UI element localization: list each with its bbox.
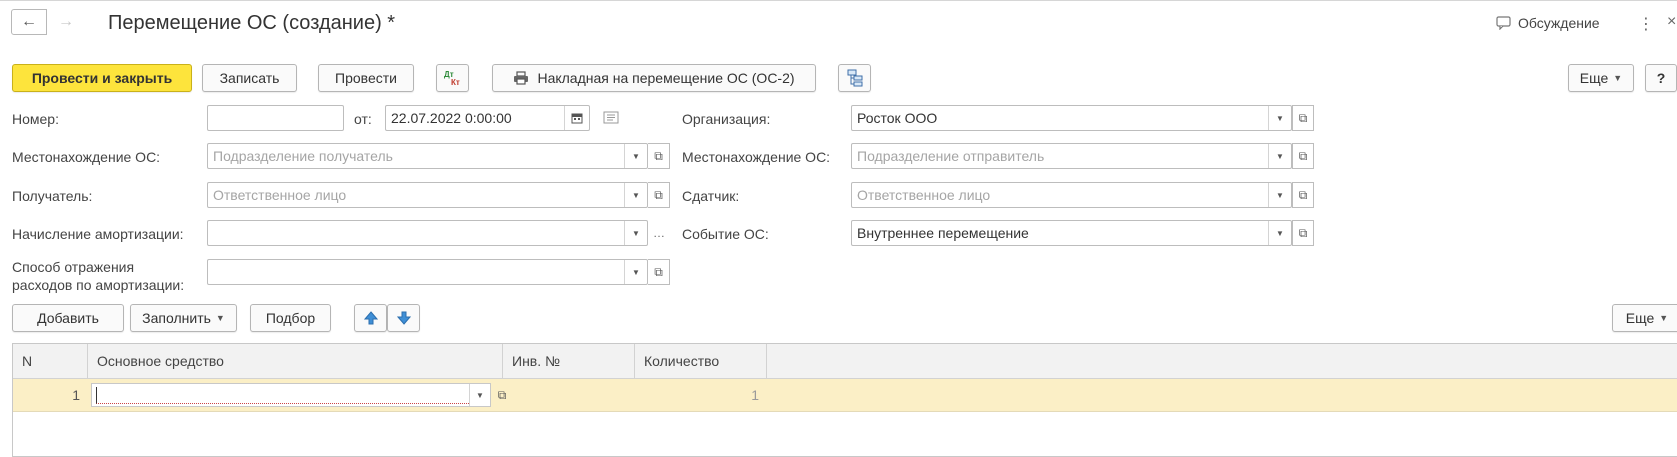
printer-icon <box>514 71 529 85</box>
event-field[interactable]: Внутреннее перемещение ▼ <box>851 220 1292 246</box>
recipient-field[interactable]: Ответственное лицо ▼ <box>207 182 648 208</box>
location-sender-field[interactable]: Подразделение отправитель ▼ <box>851 143 1292 169</box>
expense-method-label-line2: расходов по амортизации: <box>12 277 185 293</box>
move-up-button[interactable] <box>354 304 387 332</box>
more-label: Еще <box>1579 70 1609 86</box>
dropdown-icon[interactable]: ▼ <box>469 384 490 406</box>
post-button[interactable]: Провести <box>318 64 414 92</box>
recipient-label: Получатель: <box>12 188 93 204</box>
arrow-down-icon <box>396 311 411 325</box>
more-button[interactable]: Еще ▼ <box>1568 64 1634 92</box>
fill-button[interactable]: Заполнить ▼ <box>130 304 237 332</box>
open-icon[interactable]: ⧉ <box>1292 105 1314 131</box>
arrow-right-icon: → <box>58 13 74 30</box>
fill-label: Заполнить <box>142 310 211 326</box>
column-header-asset[interactable]: Основное средство <box>88 344 503 378</box>
depreciation-field[interactable]: ▼ <box>207 220 648 246</box>
table-row[interactable]: 1 ▼ ⧉ 1 <box>13 379 1677 412</box>
caret-down-icon: ▼ <box>1613 73 1623 83</box>
svg-text:Кт: Кт <box>451 78 460 87</box>
dropdown-icon[interactable]: ▼ <box>1268 183 1291 207</box>
location-sender-label: Местонахождение ОС: <box>682 149 831 165</box>
open-icon[interactable]: ⧉ <box>648 143 670 169</box>
date-from-label: от: <box>354 111 372 127</box>
close-icon[interactable]: × <box>1667 13 1676 31</box>
expense-method-label-line1: Способ отражения <box>12 259 135 275</box>
expense-method-field[interactable]: ▼ <box>207 259 648 285</box>
vertical-dots-icon[interactable]: ⋮ <box>1638 14 1654 34</box>
dropdown-icon[interactable]: ▼ <box>624 221 647 245</box>
hierarchy-icon <box>847 69 862 87</box>
quantity-cell[interactable]: 1 <box>635 379 767 411</box>
chat-bubble-icon <box>1496 16 1511 30</box>
forward-button[interactable]: → <box>48 9 84 35</box>
discussion-button[interactable]: Обсуждение <box>1496 15 1600 31</box>
column-header-qty[interactable]: Количество <box>635 344 767 378</box>
organization-label: Организация: <box>682 111 771 127</box>
open-icon[interactable]: ⧉ <box>1292 143 1314 169</box>
asset-cell-input[interactable]: ▼ <box>91 383 491 407</box>
depreciation-label: Начисление амортизации: <box>12 226 184 242</box>
discussion-label: Обсуждение <box>1518 15 1600 31</box>
table-header: N Основное средство Инв. № Количество <box>13 344 1677 379</box>
calendar-icon[interactable] <box>564 106 589 130</box>
location-recipient-label: Местонахождение ОС: <box>12 149 161 165</box>
back-button[interactable]: ← <box>11 9 47 35</box>
help-button[interactable]: ? <box>1645 64 1677 92</box>
table-more-button[interactable]: Еще ▼ <box>1612 304 1677 332</box>
move-down-button[interactable] <box>387 304 420 332</box>
dropdown-icon[interactable]: ▼ <box>1268 106 1291 130</box>
add-row-button[interactable]: Добавить <box>12 304 124 332</box>
page-title: Перемещение ОС (создание) * <box>108 12 396 34</box>
dt-kt-icon: Дт Кт <box>444 70 460 87</box>
assets-table: N Основное средство Инв. № Количество 1 … <box>12 343 1677 457</box>
save-button[interactable]: Записать <box>202 64 297 92</box>
dropdown-icon[interactable]: ▼ <box>624 260 647 284</box>
print-invoice-button[interactable]: Накладная на перемещение ОС (ОС-2) <box>492 64 816 92</box>
arrow-up-icon <box>363 311 378 325</box>
dropdown-icon[interactable]: ▼ <box>624 183 647 207</box>
caret-down-icon: ▼ <box>1659 313 1669 323</box>
print-invoice-label: Накладная на перемещение ОС (ОС-2) <box>537 70 795 86</box>
number-field[interactable] <box>207 105 344 131</box>
comment-icon[interactable] <box>603 111 619 127</box>
event-label: Событие ОС: <box>682 226 769 242</box>
inventory-number-cell[interactable] <box>513 379 635 411</box>
column-header-n[interactable]: N <box>13 344 88 378</box>
ellipsis-icon[interactable]: … <box>648 220 670 246</box>
text-cursor <box>96 386 469 404</box>
select-button[interactable]: Подбор <box>250 304 331 332</box>
post-and-close-button[interactable]: Провести и закрыть <box>12 64 192 92</box>
open-icon[interactable]: ⧉ <box>1292 182 1314 208</box>
dropdown-icon[interactable]: ▼ <box>1268 221 1291 245</box>
table-more-label: Еще <box>1625 310 1655 326</box>
dropdown-icon[interactable]: ▼ <box>1268 144 1291 168</box>
open-icon[interactable]: ⧉ <box>491 379 513 411</box>
dt-kt-button[interactable]: Дт Кт <box>436 64 469 92</box>
top-border <box>0 0 1677 1</box>
organization-field[interactable]: Росток ООО ▼ <box>851 105 1292 131</box>
arrow-left-icon: ← <box>21 13 37 30</box>
open-icon[interactable]: ⧉ <box>648 182 670 208</box>
structure-button[interactable] <box>838 64 871 92</box>
row-number: 1 <box>72 387 80 403</box>
number-label: Номер: <box>12 111 59 127</box>
date-field[interactable]: 22.07.2022 0:00:00 <box>385 105 590 131</box>
caret-down-icon: ▼ <box>215 313 225 323</box>
open-icon[interactable]: ⧉ <box>1292 220 1314 246</box>
location-recipient-field[interactable]: Подразделение получатель ▼ <box>207 143 648 169</box>
sender-field[interactable]: Ответственное лицо ▼ <box>851 182 1292 208</box>
sender-label: Сдатчик: <box>682 188 740 204</box>
dropdown-icon[interactable]: ▼ <box>624 144 647 168</box>
open-icon[interactable]: ⧉ <box>648 259 670 285</box>
column-header-inv[interactable]: Инв. № <box>503 344 635 378</box>
